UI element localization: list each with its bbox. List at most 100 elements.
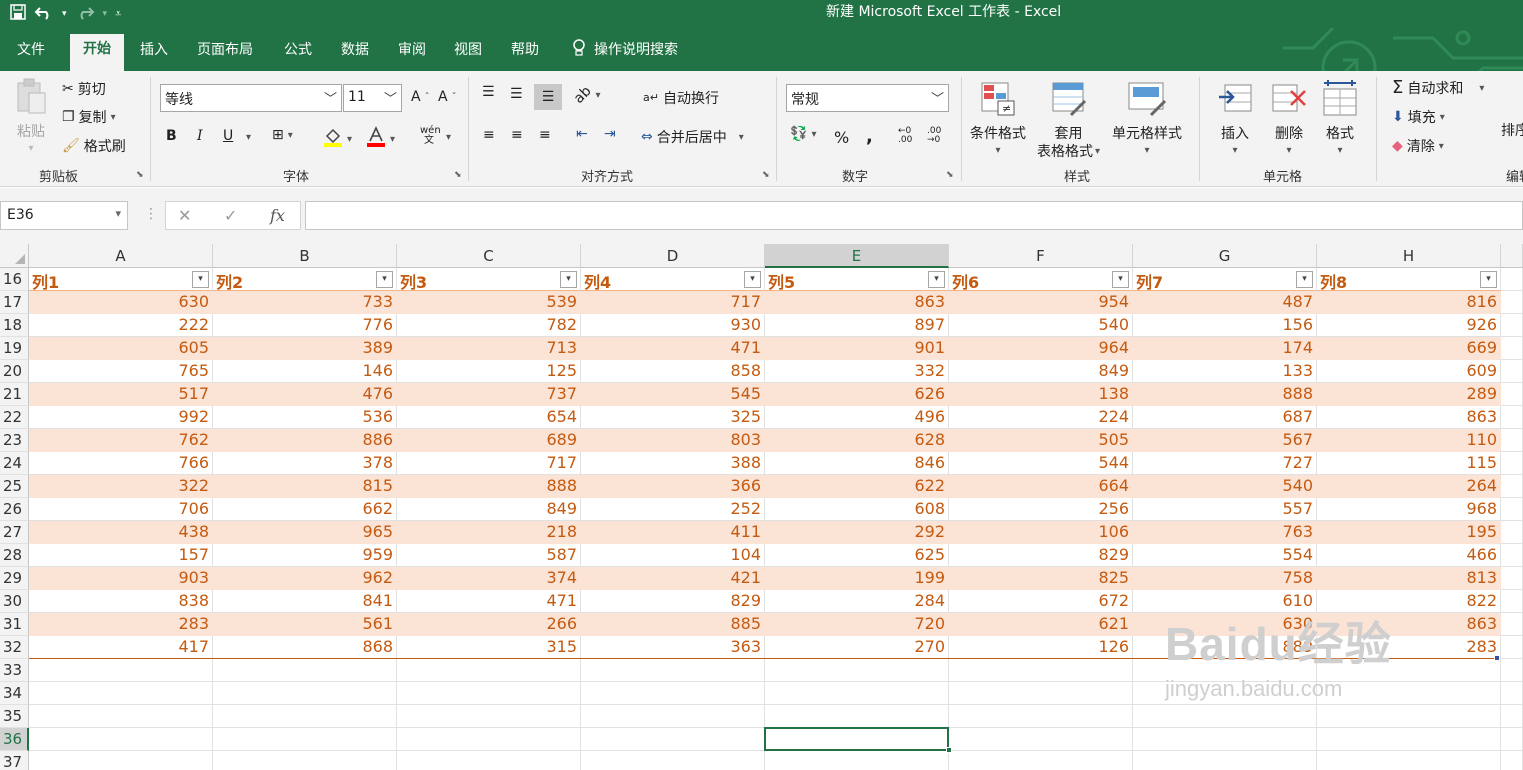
table-header-cell[interactable]: 列7 ▾ (1133, 268, 1317, 291)
table-cell[interactable]: 863 (1317, 406, 1501, 429)
table-cell[interactable]: 689 (397, 429, 581, 452)
empty-cell[interactable] (1501, 544, 1523, 567)
table-cell[interactable]: 496 (765, 406, 949, 429)
table-cell[interactable]: 292 (765, 521, 949, 544)
table-cell[interactable]: 224 (949, 406, 1133, 429)
name-box[interactable]: E36 ▾ (0, 201, 128, 230)
tab-data[interactable]: 数据 (341, 39, 369, 63)
empty-cell[interactable] (949, 682, 1133, 705)
table-cell[interactable]: 174 (1133, 337, 1317, 360)
table-cell[interactable]: 557 (1133, 498, 1317, 521)
empty-cell[interactable] (1501, 682, 1523, 705)
tab-home[interactable]: 开始 (70, 34, 124, 71)
table-cell[interactable]: 846 (765, 452, 949, 475)
table-header-cell[interactable]: 列8 ▾ (1317, 268, 1501, 291)
empty-cell[interactable] (765, 751, 949, 770)
empty-cell[interactable] (581, 705, 765, 728)
table-cell[interactable]: 813 (1317, 567, 1501, 590)
filter-dropdown-icon[interactable]: ▾ (1480, 271, 1497, 288)
table-cell[interactable]: 628 (765, 429, 949, 452)
formula-input[interactable] (305, 201, 1523, 230)
row-header-28[interactable]: 28 (0, 544, 29, 567)
empty-cell[interactable] (1501, 705, 1523, 728)
italic-button[interactable]: I (197, 128, 203, 144)
empty-cell[interactable] (581, 751, 765, 770)
empty-cell[interactable] (213, 751, 397, 770)
table-cell[interactable]: 762 (29, 429, 213, 452)
table-cell[interactable]: 626 (765, 383, 949, 406)
align-middle-button[interactable]: ☰ (510, 87, 523, 101)
empty-cell[interactable] (1501, 659, 1523, 682)
table-cell[interactable]: 897 (765, 314, 949, 337)
customize-icon[interactable]: ⩡ (115, 7, 121, 21)
table-cell[interactable]: 886 (213, 429, 397, 452)
enter-icon[interactable]: ✓ (224, 206, 237, 225)
filter-dropdown-icon[interactable]: ▾ (1296, 271, 1313, 288)
empty-cell[interactable] (1133, 751, 1317, 770)
table-cell[interactable]: 388 (581, 452, 765, 475)
comma-style-button[interactable]: , (866, 126, 873, 147)
empty-cell[interactable] (397, 728, 581, 751)
table-cell[interactable]: 733 (213, 291, 397, 314)
number-launcher-icon[interactable]: ⬊ (946, 170, 954, 180)
empty-cell[interactable] (29, 705, 213, 728)
table-cell[interactable]: 765 (29, 360, 213, 383)
row-header-32[interactable]: 32 (0, 636, 29, 659)
empty-cell[interactable] (1501, 590, 1523, 613)
phonetic-dropdown-icon[interactable]: ▾ (446, 132, 451, 143)
empty-cell[interactable] (1501, 360, 1523, 383)
table-cell[interactable]: 863 (765, 291, 949, 314)
underline-dropdown-icon[interactable]: ▾ (246, 132, 251, 143)
empty-cell[interactable] (1501, 291, 1523, 314)
table-cell[interactable]: 687 (1133, 406, 1317, 429)
table-cell[interactable]: 968 (1317, 498, 1501, 521)
row-header-20[interactable]: 20 (0, 360, 29, 383)
table-cell[interactable]: 322 (29, 475, 213, 498)
wrap-text-button[interactable]: a↵ 自动换行 (643, 88, 719, 108)
table-cell[interactable]: 605 (29, 337, 213, 360)
column-header-e[interactable]: E (765, 244, 949, 268)
table-cell[interactable]: 199 (765, 567, 949, 590)
table-cell[interactable]: 763 (1133, 521, 1317, 544)
table-cell[interactable]: 816 (1317, 291, 1501, 314)
empty-cell[interactable] (1501, 521, 1523, 544)
table-cell[interactable]: 561 (213, 613, 397, 636)
table-cell[interactable]: 766 (29, 452, 213, 475)
row-header-21[interactable]: 21 (0, 383, 29, 406)
table-cell[interactable]: 264 (1317, 475, 1501, 498)
phonetic-button[interactable]: wén 文 (420, 126, 441, 146)
empty-cell[interactable] (397, 682, 581, 705)
table-cell[interactable]: 849 (397, 498, 581, 521)
underline-button[interactable]: U (223, 128, 233, 144)
filter-dropdown-icon[interactable]: ▾ (560, 271, 577, 288)
font-size-select[interactable]: 11 ﹀ (343, 84, 402, 112)
tab-formulas[interactable]: 公式 (284, 39, 312, 63)
table-cell[interactable]: 545 (581, 383, 765, 406)
undo-icon[interactable] (34, 4, 54, 24)
filter-dropdown-icon[interactable]: ▾ (744, 271, 761, 288)
table-cell[interactable]: 471 (581, 337, 765, 360)
table-cell[interactable]: 885 (581, 613, 765, 636)
save-icon[interactable] (10, 4, 26, 24)
empty-cell[interactable] (1317, 728, 1501, 751)
empty-cell[interactable] (213, 705, 397, 728)
row-header-31[interactable]: 31 (0, 613, 29, 636)
empty-cell[interactable] (1501, 406, 1523, 429)
row-header-35[interactable]: 35 (0, 705, 29, 728)
table-cell[interactable]: 104 (581, 544, 765, 567)
row-header-26[interactable]: 26 (0, 498, 29, 521)
delete-cells-button[interactable]: 删除 ▾ (1271, 81, 1307, 156)
table-cell[interactable]: 125 (397, 360, 581, 383)
table-cell[interactable]: 256 (949, 498, 1133, 521)
format-painter-button[interactable]: 🖌 格式刷 (62, 136, 126, 156)
row-header-18[interactable]: 18 (0, 314, 29, 337)
empty-cell[interactable] (213, 659, 397, 682)
table-cell[interactable]: 630 (29, 291, 213, 314)
empty-cell[interactable] (1501, 429, 1523, 452)
empty-cell[interactable] (765, 659, 949, 682)
table-cell[interactable]: 829 (581, 590, 765, 613)
table-cell[interactable]: 252 (581, 498, 765, 521)
tab-help[interactable]: 帮助 (511, 39, 539, 63)
merge-center-button[interactable]: ⇔ 合并后居中 ▾ (641, 127, 744, 147)
accounting-format-button[interactable]: 💱 ▾ (790, 127, 816, 141)
